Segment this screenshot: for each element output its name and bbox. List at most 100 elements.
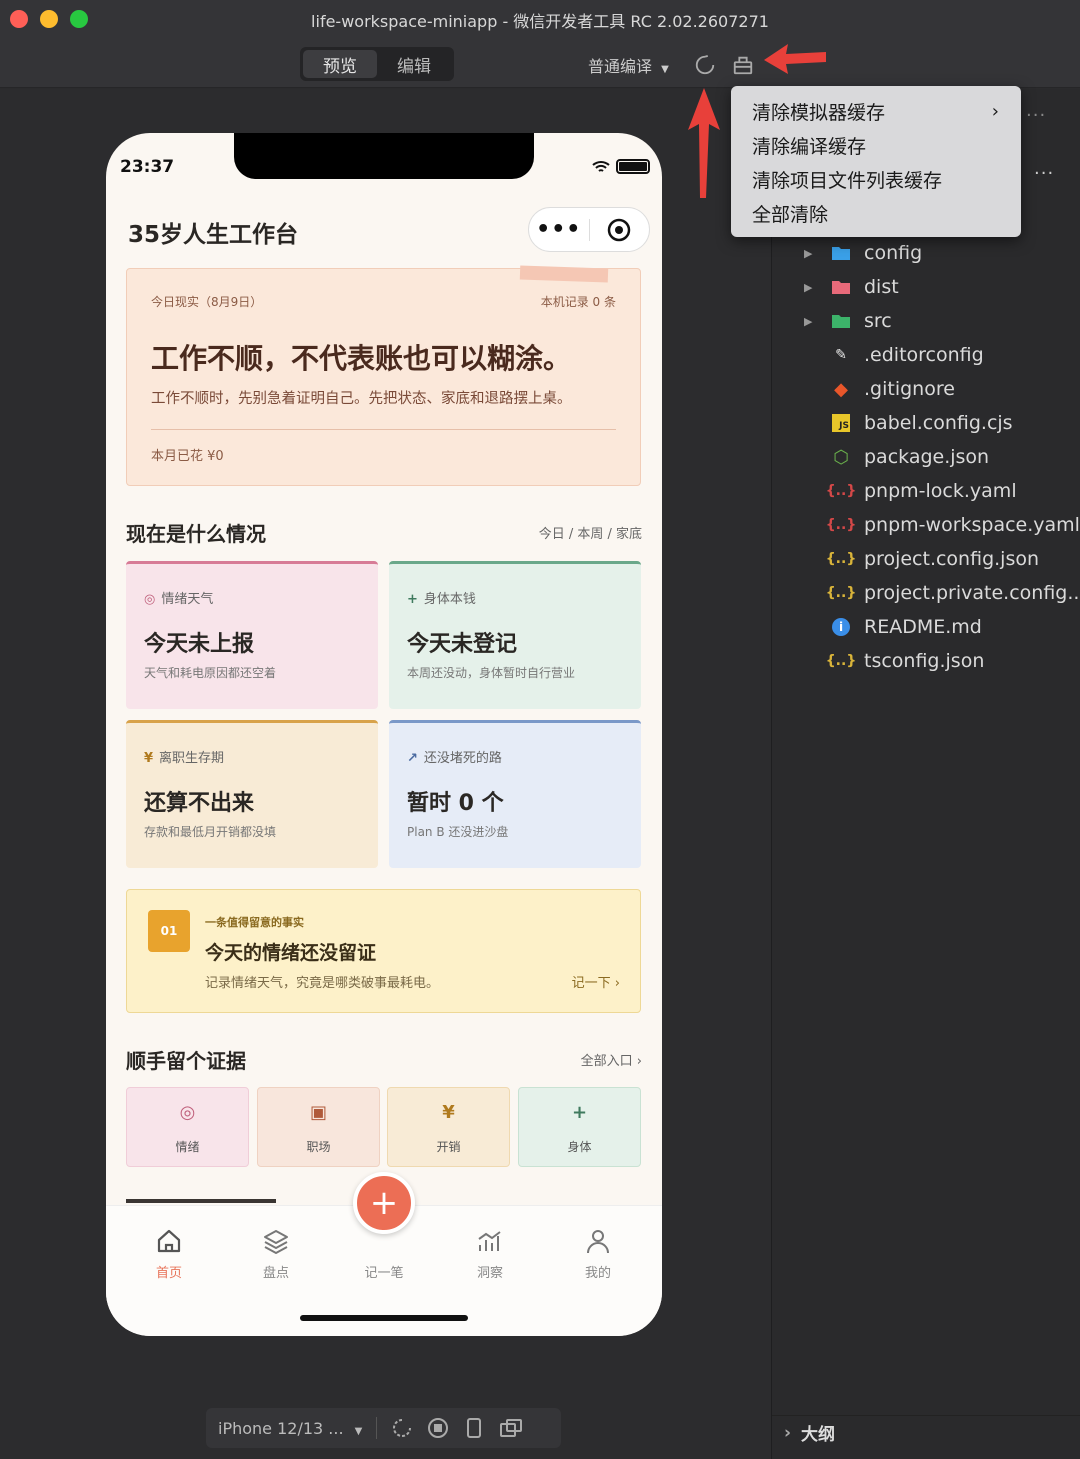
expand-arrow-icon[interactable]: ▶ xyxy=(804,315,820,328)
next-section-title-clipped xyxy=(126,1193,276,1203)
hero-subtitle: 工作不顺时，先别急着证明自己。先把状态、家底和退路摆上桌。 xyxy=(151,391,572,407)
tab-profile[interactable]: 我的 xyxy=(558,1224,638,1281)
tree-file-pnpm-workspace[interactable]: {..} pnpm-workspace.yaml xyxy=(772,508,1080,542)
tree-item-label: package.json xyxy=(864,446,990,468)
plan-b-card[interactable]: ↗ 还没堵死的路 暂时 0 个 Plan B 还没进沙盘 xyxy=(389,720,641,868)
tab-label: 洞察 xyxy=(476,1266,503,1281)
stop-icon[interactable] xyxy=(427,1417,449,1439)
divider xyxy=(376,1417,378,1439)
menu-clear-file-list-cache[interactable]: 清除项目文件列表缓存 xyxy=(731,162,1021,196)
quick-expense-button[interactable]: ¥ 开销 xyxy=(387,1087,510,1167)
outline-label: 大纲 xyxy=(801,1425,836,1445)
status-section-title: 现在是什么情况 xyxy=(126,522,266,546)
tab-label: 盘点 xyxy=(262,1266,289,1281)
info-icon: i xyxy=(830,617,852,637)
tab-insight[interactable]: 洞察 xyxy=(450,1224,530,1281)
tab-label: 首页 xyxy=(155,1266,182,1281)
json-icon: {..} xyxy=(825,551,857,567)
chevron-right-icon: › xyxy=(991,100,999,122)
minimize-window-button[interactable] xyxy=(40,10,58,28)
add-record-button[interactable]: + xyxy=(353,1172,415,1234)
more-menu-icon[interactable]: ••• xyxy=(529,217,589,242)
tree-folder-dist[interactable]: ▶ dist xyxy=(772,270,899,304)
outline-panel-header[interactable]: › 大纲 xyxy=(772,1415,1080,1449)
tab-inventory[interactable]: 盘点 xyxy=(236,1224,316,1281)
mood-icon: ◎ xyxy=(144,592,156,607)
more-icon[interactable]: ··· xyxy=(1034,163,1054,184)
layers-icon xyxy=(264,1230,288,1254)
tree-item-label: babel.config.cjs xyxy=(864,412,1013,434)
mode-switch: 预览 编辑 xyxy=(300,47,454,81)
compile-mode-select[interactable]: 普通编译 ▼ xyxy=(588,53,669,77)
tree-file-editorconfig[interactable]: ✎ .editorconfig xyxy=(772,338,984,372)
app-title: 35岁人生工作台 xyxy=(128,222,299,248)
json-icon: {..} xyxy=(825,653,857,669)
editorconfig-icon: ✎ xyxy=(835,347,847,363)
tab-label: 记一笔 xyxy=(364,1266,404,1281)
device-select[interactable]: iPhone 12/13 ... ▼ xyxy=(218,1419,362,1438)
tree-file-project-private-config[interactable]: {..} project.private.config... xyxy=(772,576,1080,610)
yaml-icon: {..} xyxy=(825,517,857,533)
yaml-icon: {..} xyxy=(825,483,857,499)
tree-file-gitignore[interactable]: ◆ .gitignore xyxy=(772,372,955,406)
tree-file-readme[interactable]: i README.md xyxy=(772,610,982,644)
quick-body-button[interactable]: + 身体 xyxy=(518,1087,641,1167)
refresh-icon[interactable] xyxy=(694,54,716,76)
more-icon[interactable]: ··· xyxy=(1026,105,1046,126)
compile-mode-label: 普通编译 xyxy=(588,57,653,76)
tab-edit[interactable]: 编辑 xyxy=(377,50,451,78)
quick-mood-button[interactable]: ◎ 情绪 xyxy=(126,1087,249,1167)
expand-arrow-icon[interactable]: ▶ xyxy=(804,281,820,294)
tree-file-pnpm-lock[interactable]: {..} pnpm-lock.yaml xyxy=(772,474,1017,508)
maximize-window-button[interactable] xyxy=(70,10,88,28)
fact-card[interactable]: 01 一条值得留意的事实 今天的情绪还没留证 记录情绪天气，究竟是哪类破事最耗电… xyxy=(126,889,641,1013)
quick-work-button[interactable]: ▣ 职场 xyxy=(257,1087,380,1167)
tab-home[interactable]: 首页 xyxy=(129,1224,209,1281)
tree-file-tsconfig[interactable]: {..} tsconfig.json xyxy=(772,644,985,678)
clear-cache-icon[interactable] xyxy=(732,54,754,76)
card-label: 离职生存期 xyxy=(159,751,225,766)
phone-frame-icon[interactable] xyxy=(463,1417,485,1439)
quick-label: 身体 xyxy=(567,1140,592,1154)
close-miniapp-icon[interactable] xyxy=(589,217,649,243)
menu-clear-simulator-cache[interactable]: 清除模拟器缓存 › xyxy=(731,94,1021,128)
mood-card[interactable]: ◎ 情绪天气 今天未上报 天气和耗电原因都还空着 xyxy=(126,561,378,709)
rotate-icon[interactable] xyxy=(391,1417,413,1439)
tab-record[interactable]: 记一笔 xyxy=(344,1258,424,1281)
nodejs-icon: ⬡ xyxy=(833,446,849,468)
expand-arrow-icon[interactable]: ▶ xyxy=(804,247,820,260)
all-entries-link[interactable]: 全部入口 › xyxy=(581,1050,642,1069)
annotation-arrow-up xyxy=(688,88,720,198)
body-card[interactable]: + 身体本钱 今天未登记 本周还没动，身体暂时自行营业 xyxy=(389,561,641,709)
card-note: 天气和耗电原因都还空着 xyxy=(144,666,277,680)
tree-item-label: project.private.config... xyxy=(864,582,1080,604)
fact-label: 一条值得留意的事实 xyxy=(205,916,304,929)
tree-folder-config[interactable]: ▶ config xyxy=(772,236,922,270)
plus-icon: + xyxy=(407,592,418,607)
status-scope[interactable]: 今日 / 本周 / 家底 xyxy=(539,523,642,542)
phone-notch xyxy=(234,133,534,179)
tree-item-label: .gitignore xyxy=(864,378,955,400)
tree-item-label: pnpm-lock.yaml xyxy=(864,480,1017,502)
record-link[interactable]: 记一下 › xyxy=(572,972,620,991)
survival-card[interactable]: ¥ 离职生存期 还算不出来 存款和最低月开销都没填 xyxy=(126,720,378,868)
tree-item-label: project.config.json xyxy=(864,548,1040,570)
briefcase-icon: ▣ xyxy=(309,1102,327,1123)
card-label: 身体本钱 xyxy=(423,592,476,607)
folder-icon xyxy=(830,243,852,263)
caret-down-icon: ▼ xyxy=(661,64,669,75)
mood-icon: ◎ xyxy=(179,1102,196,1123)
status-icons xyxy=(592,159,650,174)
menu-clear-all[interactable]: 全部清除 xyxy=(731,196,1021,230)
close-window-button[interactable] xyxy=(10,10,28,28)
tree-file-babel[interactable]: JS babel.config.cjs xyxy=(772,406,1013,440)
tree-file-package[interactable]: ⬡ package.json xyxy=(772,440,989,474)
tree-folder-src[interactable]: ▶ src xyxy=(772,304,892,338)
tape-decoration xyxy=(519,265,609,283)
trend-arrow-icon: ↗ xyxy=(407,751,418,766)
tab-preview[interactable]: 预览 xyxy=(303,50,377,78)
fact-subtitle: 记录情绪天气，究竟是哪类破事最耗电。 xyxy=(205,976,440,991)
window-icon[interactable] xyxy=(499,1417,523,1439)
menu-clear-compile-cache[interactable]: 清除编译缓存 xyxy=(731,128,1021,162)
tree-file-project-config[interactable]: {..} project.config.json xyxy=(772,542,1039,576)
